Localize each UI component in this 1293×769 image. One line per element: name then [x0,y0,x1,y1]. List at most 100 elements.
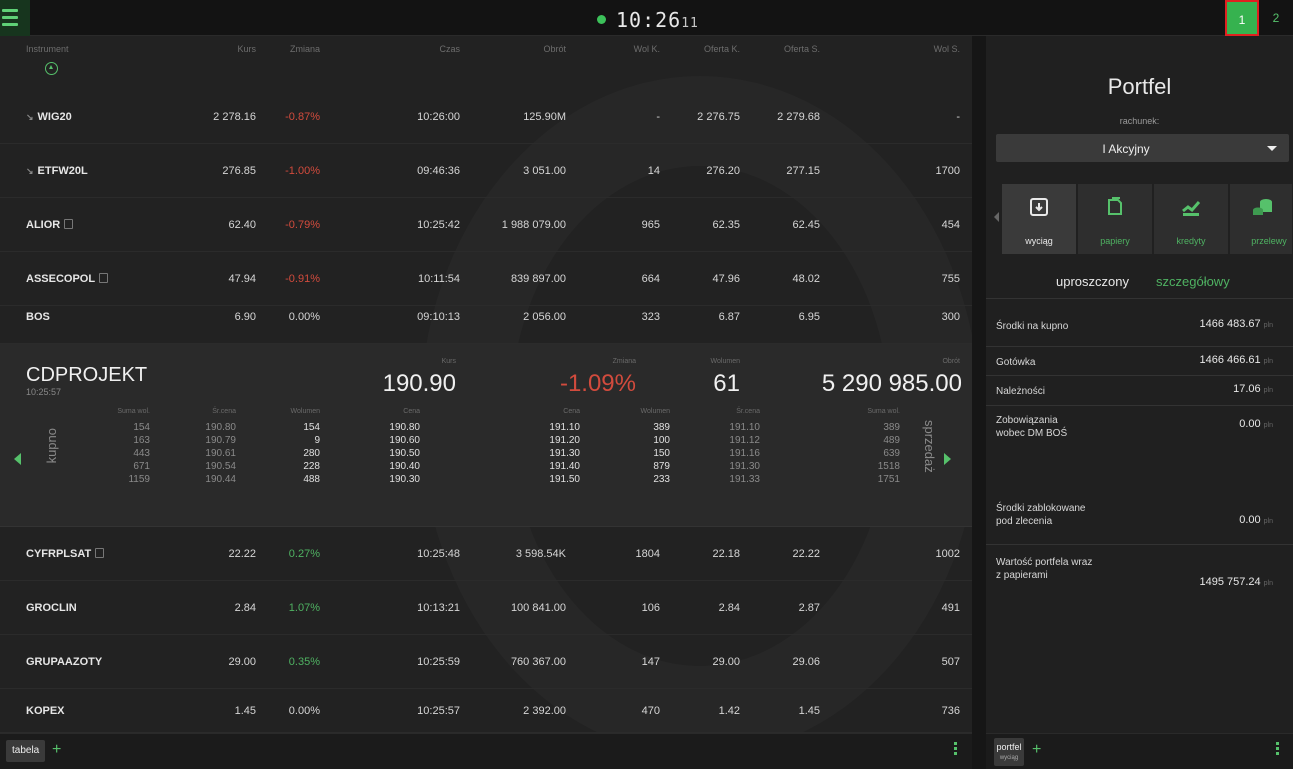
orderbook-sell-price: 191.50 [549,474,580,485]
add-tab-icon[interactable]: + [52,741,61,759]
orderbook-buy-price: 190.60 [389,435,420,446]
orderbook-buy-avg-price: 190.54 [205,461,236,472]
top-bar: 10:2611 1 2 [0,0,1293,36]
czas-value: 10:25:57 [417,705,460,717]
ofertas-value: 29.06 [792,656,820,668]
action-kredyty[interactable]: kredyty [1154,184,1228,254]
table-row[interactable]: ↘ WIG20 2 278.16 -0.87% 10:26:00 125.90M … [0,90,972,144]
orderbook-buy-price: 190.30 [389,474,420,485]
table-row[interactable]: ↘ ETFW20L 276.85 -1.00% 09:46:36 3 051.00… [0,144,972,198]
account-label: rachunek: [1119,116,1160,126]
tab-tabela[interactable]: tabela [6,740,46,762]
securities-icon [1108,197,1122,215]
orderbook-buy-avg-price: 190.44 [205,474,236,485]
col-header-oferta-s[interactable]: Oferta S. [760,44,820,54]
col-header-wol-s[interactable]: Wol S. [900,44,960,54]
col-header-oferta-k[interactable]: Oferta K. [680,44,740,54]
action-przelewy[interactable]: przelewy [1230,184,1292,254]
pane-divider[interactable] [972,36,986,769]
obrot-value: 3 051.00 [523,165,566,177]
ob-header: Wolumen [290,408,320,415]
hamburger-menu-icon[interactable] [0,0,30,36]
col-header-czas[interactable]: Czas [400,44,460,54]
col-header-wol-k[interactable]: Wol K. [600,44,660,54]
more-options-icon[interactable] [1276,742,1280,757]
orderbook-next-arrow-icon[interactable] [944,453,951,465]
instrument-detail-panel[interactable]: CDPROJEKT 10:25:57 Kurs 190.90 Zmiana -1… [0,344,972,527]
orderbook-buy-price: 190.40 [389,461,420,472]
col-header-obrot[interactable]: Obrót [500,44,566,54]
right-footer: portfel wyciąg + [986,733,1293,769]
ofertas-value: 277.15 [786,165,820,177]
table-row[interactable]: KOPEX 1.45 0.00% 10:25:57 2 392.00 470 1… [0,689,972,733]
ob-header: Cena [403,408,420,415]
col-header-kurs[interactable]: Kurs [196,44,256,54]
ob-header: Suma wol. [867,408,900,415]
workspace-tab-2[interactable]: 2 [1266,0,1286,36]
ofertak-value: 22.18 [712,548,740,560]
orderbook-buy-avg-price: 190.61 [205,448,236,459]
zmiana-value: 0.27% [288,548,320,560]
kv-value: 1466 466.61 pln [1199,354,1273,366]
ofertas-value: 2 279.68 [777,111,820,123]
orderbook-sell-sum-vol: 389 [883,422,900,433]
orderbook-sell-volume: 100 [653,435,670,446]
table-row[interactable]: CYFRPLSAT 22.22 0.27% 10:25:48 3 598.54K… [0,527,972,581]
czas-value: 10:25:59 [417,656,460,668]
orderbook-buy-sum-vol: 671 [133,461,150,472]
workspace-tab-1[interactable]: 1 [1225,0,1259,36]
table-row[interactable]: BOS 6.90 0.00% 09:10:13 2 056.00 323 6.8… [0,290,972,344]
table-row[interactable]: GROCLIN 2.84 1.07% 10:13:21 100 841.00 1… [0,581,972,635]
orderbook-sell-avg-price: 191.12 [729,435,760,446]
divider [986,346,1293,347]
orderbook-buy-sum-vol: 154 [133,422,150,433]
sort-toggle-icon[interactable] [45,62,58,75]
statement-icon [1030,198,1048,216]
wols-value: 507 [941,656,960,668]
zmiana-value: 0.00% [288,705,320,717]
orderbook-sell-sum-vol: 639 [883,448,900,459]
orderbook-prev-arrow-icon[interactable] [14,453,21,465]
zmiana-value: -0.79% [285,219,320,231]
obrot-value: 3 598.54K [515,548,566,560]
account-select[interactable]: I Akcyjny [996,134,1289,162]
add-tab-icon[interactable]: + [1032,741,1041,759]
table-row[interactable]: ALIOR 62.40 -0.79% 10:25:42 1 988 079.00… [0,198,972,252]
col-header-zmiana[interactable]: Zmiana [260,44,320,54]
view-detail-tab[interactable]: szczegółowy [1156,274,1230,289]
ob-header: Cena [563,408,580,415]
wolk-value: 965 [641,219,660,231]
ofertas-value: 6.95 [798,311,820,323]
tab-portfel[interactable]: portfel wyciąg [994,738,1024,766]
orderbook-buy-volume: 154 [303,422,320,433]
orderbook-buy-volume: 280 [303,448,320,459]
col-header-instrument[interactable]: Instrument [26,44,69,54]
clock-time: 10:26 [616,8,682,32]
table-row[interactable]: GRUPAAZOTY 29.00 0.35% 10:25:59 760 367.… [0,635,972,689]
action-wyciag[interactable]: wyciąg [1002,184,1076,254]
portfolio-title: Portfel [1107,74,1172,99]
quotes-table-pane: Instrument Kurs Zmiana Czas Obrót Wol K.… [0,36,972,769]
instrument-name: BOS [26,311,50,323]
detail-zmiana-label: Zmiana [612,358,636,365]
kurs-value: 2.84 [234,602,256,614]
orderbook-sell-avg-price: 191.10 [729,422,760,433]
orderbook-buy-avg-price: 190.80 [205,422,236,433]
orderbook-sell-avg-price: 191.16 [729,448,760,459]
app-root: 10:2611 1 2 Instrument Kurs Zmiana Czas … [0,0,1293,769]
wols-value: 1700 [935,165,960,177]
kurs-value: 22.22 [228,548,256,560]
portfolio-pane: Portfel rachunek: I Akcyjny wyciąg papie… [986,36,1293,769]
wolk-value: 323 [641,311,660,323]
wols-value: 1002 [935,548,960,560]
ofertak-value: 276.20 [706,165,740,177]
instrument-name: ETFW20L [37,165,88,177]
kv-value: 0.00 pln [1239,514,1273,526]
action-label: przelewy [1251,236,1287,246]
kurs-value: 29.00 [228,656,256,668]
action-label: wyciąg [1025,236,1053,246]
actions-prev-arrow-icon[interactable] [994,212,999,222]
more-options-icon[interactable] [954,742,958,757]
action-papiery[interactable]: papiery [1078,184,1152,254]
view-simple-tab[interactable]: uproszczony [1056,274,1129,289]
